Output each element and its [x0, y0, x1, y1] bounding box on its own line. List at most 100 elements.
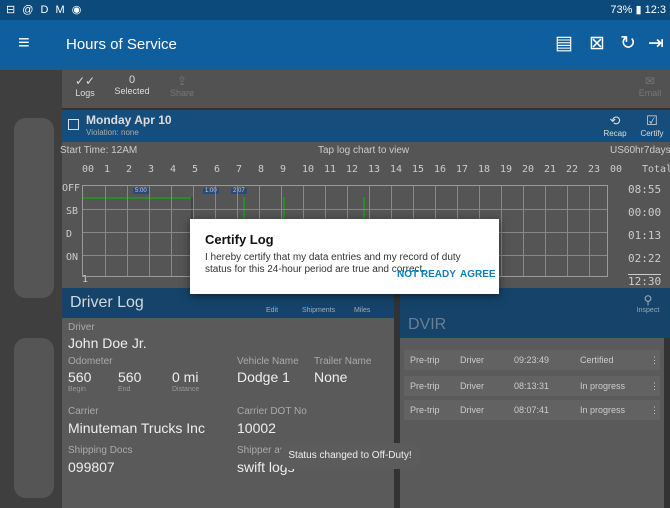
- hour-label: 4: [170, 164, 177, 175]
- hour-label: 22: [566, 164, 579, 175]
- hour-label: 16: [434, 164, 447, 175]
- page-title: Hours of Service: [66, 36, 177, 53]
- refresh-icon[interactable]: ↻: [620, 32, 636, 55]
- share-icon: ⇪: [176, 74, 188, 88]
- hour-label: 10: [302, 164, 315, 175]
- status-icons: ⊟ @ D M ◉: [6, 4, 84, 16]
- hour-labels: 00 1 2 3 4 5 6 7 8 9 10 11 12 13 14 15 16 17 18 19 20 21 22 23 0…: [62, 164, 670, 178]
- dvir-row[interactable]: Pre-trip Driver 09:23:49 Certified ⋮: [404, 350, 660, 370]
- dvir-row[interactable]: Pre-trip Driver 08:13:31 In progress ⋮: [404, 376, 660, 396]
- certify-button[interactable]: ☑ Certify: [634, 113, 670, 138]
- more-icon[interactable]: ⋮: [650, 355, 659, 366]
- row-label: OFF: [62, 183, 81, 194]
- hour-label: 19: [500, 164, 513, 175]
- hour-label: 3: [148, 164, 155, 175]
- driver-log-title: Driver Log: [70, 294, 144, 311]
- row-label: SB: [66, 206, 79, 217]
- hour-label: 12: [346, 164, 359, 175]
- dot-number: 10002: [237, 420, 276, 436]
- grid-line: [523, 186, 524, 276]
- miles-button[interactable]: Miles: [354, 307, 370, 314]
- hour-label: 6: [214, 164, 221, 175]
- hour-label: 17: [456, 164, 469, 175]
- vehicle-label: Vehicle Name: [237, 356, 299, 367]
- vehicle-name: Dodge 1: [237, 369, 290, 385]
- menu-icon[interactable]: ≡: [18, 32, 30, 55]
- dvir-header: DVIR ⚲ Inspect: [400, 288, 670, 338]
- certify-dialog: Certify Log I hereby certify that my dat…: [190, 219, 499, 294]
- agree-button[interactable]: AGREE: [460, 269, 496, 280]
- email-button[interactable]: ✉ Email: [632, 74, 668, 98]
- more-icon[interactable]: ⋮: [650, 405, 659, 416]
- total-header: Total: [642, 164, 670, 175]
- grid-line: [127, 186, 128, 276]
- date-bar: Monday Apr 10 Violation: none ⟲ Recap ☑ …: [62, 110, 670, 142]
- odometer-begin: 560: [68, 369, 92, 385]
- hour-label: 14: [390, 164, 403, 175]
- grand-total: 12:30: [628, 274, 662, 288]
- hour-label: 00: [82, 164, 95, 175]
- grid-line: [501, 186, 502, 276]
- row-total: 01:13: [628, 229, 662, 242]
- inspect-button[interactable]: ⚲ Inspect: [630, 293, 666, 314]
- recap-button[interactable]: ⟲ Recap: [597, 113, 633, 138]
- shipping-docs: 099807: [68, 459, 115, 475]
- not-ready-button[interactable]: NOT READY: [397, 269, 456, 280]
- hour-label: 7: [236, 164, 243, 175]
- grid-line: [105, 186, 106, 276]
- logout-icon[interactable]: ⇥: [648, 32, 664, 55]
- mini-label: 2:07: [231, 188, 247, 194]
- date-checkbox[interactable]: [68, 119, 79, 130]
- logs-icon: ✓✓: [74, 74, 96, 88]
- trailer-label: Trailer Name: [314, 356, 372, 367]
- message-icon[interactable]: ▤: [555, 32, 573, 55]
- hour-label: 1: [104, 164, 111, 175]
- left-card: [14, 118, 54, 298]
- hour-label: 23: [588, 164, 601, 175]
- logs-button[interactable]: ✓✓ Logs: [70, 74, 100, 98]
- trailer-name: None: [314, 369, 348, 385]
- mini-label: 5:00: [133, 188, 149, 194]
- start-time: Start Time: 12AM: [60, 145, 138, 156]
- hour-label: 20: [522, 164, 535, 175]
- search-icon: ⚲: [643, 293, 653, 307]
- hour-label: 13: [368, 164, 381, 175]
- dot-label: Carrier DOT No: [237, 406, 307, 417]
- odometer-label: Odometer: [68, 356, 113, 367]
- document-x-icon[interactable]: ⊠: [589, 32, 605, 55]
- shipments-button[interactable]: Shipments: [302, 307, 335, 314]
- dialog-title: Certify Log: [205, 232, 274, 247]
- hour-label: 00: [610, 164, 623, 175]
- more-icon[interactable]: ⋮: [650, 381, 659, 392]
- log-toolbar: ✓✓ Logs 0 Selected ⇪ Share ✉ Email: [62, 70, 670, 108]
- email-icon: ✉: [644, 74, 656, 88]
- distance: 0 mi: [172, 369, 199, 385]
- hour-label: 5: [192, 164, 199, 175]
- hour-label: 8: [258, 164, 265, 175]
- row-total: 00:00: [628, 206, 662, 219]
- log-date: Monday Apr 10: [86, 113, 172, 127]
- grid-line: [149, 186, 150, 276]
- mini-label: 1:00: [203, 188, 219, 194]
- hour-label: 15: [412, 164, 425, 175]
- share-button[interactable]: ⇪ Share: [162, 74, 202, 98]
- hour-label: 11: [324, 164, 337, 175]
- grid-line: [83, 209, 607, 210]
- driver-label: Driver: [68, 322, 95, 333]
- hour-label: 2: [126, 164, 133, 175]
- carrier-label: Carrier: [68, 406, 99, 417]
- checkbox-icon: ☑: [646, 113, 658, 128]
- row-total: 08:55: [628, 183, 662, 196]
- edit-button[interactable]: Edit: [266, 307, 278, 314]
- status-bar: ⊟ @ D M ◉ 73% ▮ 12:3: [0, 0, 670, 20]
- dvir-list: Pre-trip Driver 09:23:49 Certified ⋮ Pre…: [400, 338, 664, 508]
- odometer-end: 560: [118, 369, 142, 385]
- selected-counter: 0 Selected: [114, 74, 150, 96]
- dvir-row[interactable]: Pre-trip Driver 08:07:41 In progress ⋮: [404, 400, 660, 420]
- battery-time: 73% ▮ 12:3: [610, 4, 666, 16]
- grid-line: [589, 186, 590, 276]
- status-toast: Status changed to Off-Duty!: [279, 443, 421, 469]
- row-label: ON: [66, 252, 79, 263]
- row-label: D: [66, 229, 73, 240]
- left-card: [14, 338, 54, 498]
